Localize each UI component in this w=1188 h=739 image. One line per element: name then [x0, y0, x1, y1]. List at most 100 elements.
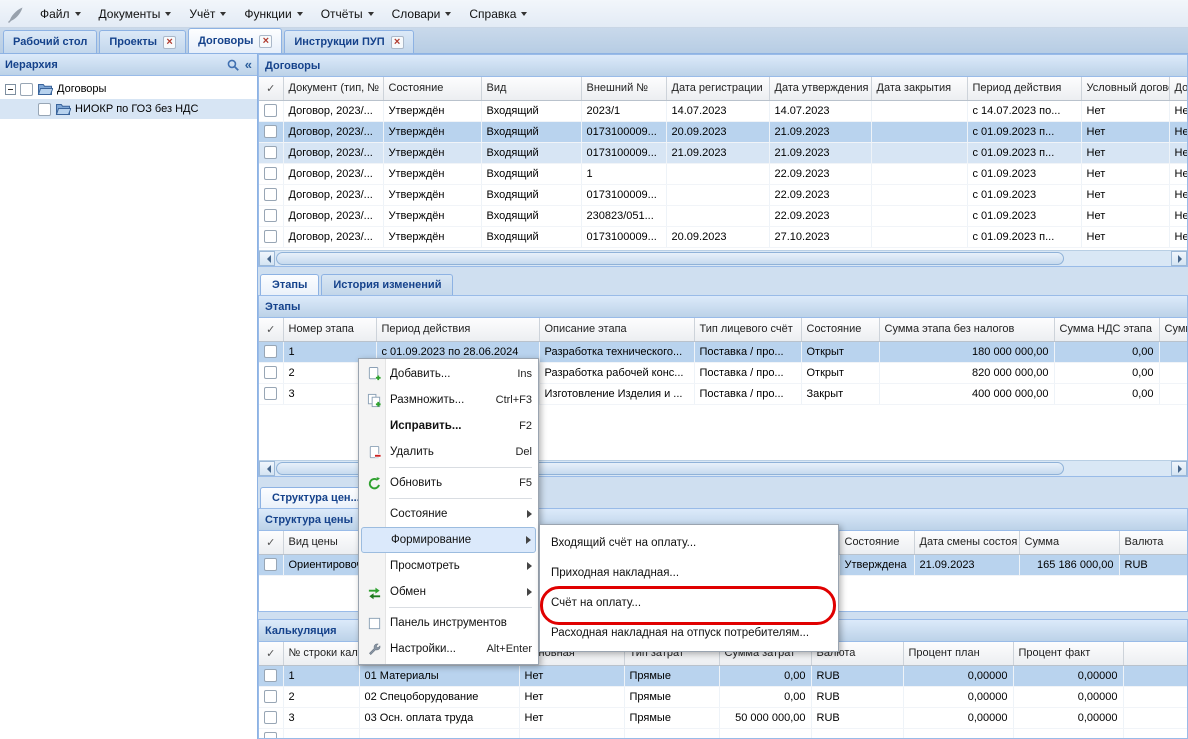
tab[interactable]: Инструкции ПУП× — [284, 30, 413, 53]
menubar-item[interactable]: Отчёты — [312, 3, 383, 25]
select-all-header[interactable]: ✓ — [259, 642, 283, 665]
context-menu-item[interactable]: Настройки...Alt+Enter — [361, 636, 536, 662]
menubar-item[interactable]: Документы — [90, 3, 181, 25]
tree-checkbox[interactable] — [20, 83, 33, 96]
tree-item-niokr[interactable]: НИОКР по ГОЗ без НДС — [0, 99, 257, 119]
column-header[interactable]: Валюта — [1119, 531, 1187, 554]
row-checkbox[interactable] — [264, 711, 277, 724]
column-header[interactable]: Сумма этапа без налогов — [879, 318, 1054, 341]
tree-checkbox[interactable] — [38, 103, 51, 116]
row-checkbox[interactable] — [264, 669, 277, 682]
row-checkbox[interactable] — [264, 125, 277, 138]
submenu-item[interactable]: Входящий счёт на оплату... — [543, 528, 835, 558]
column-header[interactable]: До... — [1169, 77, 1187, 100]
tree-collapse-icon[interactable] — [5, 84, 16, 95]
column-header[interactable] — [1123, 642, 1187, 665]
tab-close-icon[interactable]: × — [391, 36, 404, 49]
scroll-left-icon[interactable] — [259, 251, 275, 266]
column-header[interactable]: Номер этапа — [283, 318, 376, 341]
context-menu-item[interactable]: Добавить...Ins — [361, 361, 536, 387]
column-header[interactable]: № строки кал... — [283, 642, 359, 665]
table-row[interactable]: 202 СпецоборудованиеНетПрямые0,00RUB0,00… — [259, 686, 1187, 707]
column-header[interactable]: Тип лицевого счёт — [694, 318, 801, 341]
submenu-item[interactable]: Счёт на оплату... — [543, 588, 835, 618]
select-all-header[interactable]: ✓ — [259, 531, 283, 554]
column-header[interactable]: Сумма эт... — [1159, 318, 1187, 341]
contracts-h-scrollbar[interactable] — [259, 250, 1187, 266]
scroll-right-icon[interactable] — [1171, 461, 1187, 476]
context-menu-item[interactable]: Исправить...F2 — [361, 413, 536, 439]
context-menu-item[interactable]: ОбновитьF5 — [361, 470, 536, 496]
tree-item-contracts[interactable]: Договоры — [0, 79, 257, 99]
tab[interactable]: Рабочий стол — [3, 30, 97, 53]
submenu-item[interactable]: Приходная накладная... — [543, 558, 835, 588]
table-row[interactable]: 303 Осн. оплата трудаНетПрямые50 000 000… — [259, 707, 1187, 728]
column-header[interactable]: Условный договор — [1081, 77, 1169, 100]
column-header[interactable]: Период действия — [376, 318, 539, 341]
tab[interactable]: История изменений — [321, 274, 453, 295]
row-checkbox[interactable] — [264, 387, 277, 400]
tab[interactable]: Этапы — [260, 274, 319, 295]
menubar-item[interactable]: Учёт — [180, 3, 235, 25]
menubar-item[interactable]: Словари — [383, 3, 461, 25]
column-header[interactable]: Вид — [481, 77, 581, 100]
column-header[interactable]: Состояние — [839, 531, 914, 554]
column-header[interactable]: Состояние — [383, 77, 481, 100]
table-row[interactable]: Договор, 2023/...УтверждёнВходящий017310… — [259, 121, 1187, 142]
table-row[interactable]: Договор, 2023/...УтверждёнВходящий2023/1… — [259, 100, 1187, 121]
column-header[interactable]: Дата утверждения — [769, 77, 871, 100]
row-checkbox[interactable] — [264, 690, 277, 703]
context-menu-item[interactable]: Формирование — [361, 527, 536, 553]
select-all-header[interactable]: ✓ — [259, 77, 283, 100]
row-checkbox[interactable] — [264, 146, 277, 159]
row-checkbox[interactable] — [264, 188, 277, 201]
row-checkbox[interactable] — [264, 366, 277, 379]
tab[interactable]: Проекты× — [99, 30, 186, 53]
table-row[interactable]: Договор, 2023/...УтверждёнВходящий230823… — [259, 205, 1187, 226]
tab[interactable]: Структура цен... — [260, 487, 372, 508]
tab-close-icon[interactable]: × — [163, 36, 176, 49]
collapse-sidebar-icon[interactable]: « — [245, 58, 252, 71]
context-menu-item[interactable]: Размножить...Ctrl+F3 — [361, 387, 536, 413]
menubar-item[interactable]: Справка — [460, 3, 536, 25]
column-header[interactable]: Дата регистрации — [666, 77, 769, 100]
scrollbar-thumb[interactable] — [276, 252, 1064, 265]
search-icon[interactable] — [226, 58, 240, 72]
column-header[interactable]: Дата смены состоя — [914, 531, 1019, 554]
submenu-item[interactable]: Расходная накладная на отпуск потребител… — [543, 618, 835, 648]
scroll-right-icon[interactable] — [1171, 251, 1187, 266]
context-menu-item[interactable]: Просмотреть — [361, 553, 536, 579]
row-checkbox[interactable] — [264, 732, 277, 738]
table-row[interactable] — [259, 728, 1187, 738]
column-header[interactable]: Внешний № — [581, 77, 666, 100]
context-menu-item[interactable]: Панель инструментов — [361, 610, 536, 636]
table-row[interactable]: Договор, 2023/...УтверждёнВходящий017310… — [259, 184, 1187, 205]
row-checkbox[interactable] — [264, 209, 277, 222]
table-row[interactable]: 101 МатериалыНетПрямые0,00RUB0,000000,00… — [259, 665, 1187, 686]
row-checkbox[interactable] — [264, 230, 277, 243]
column-header[interactable]: Сумма — [1019, 531, 1119, 554]
column-header[interactable]: Процент план — [903, 642, 1013, 665]
column-header[interactable]: Описание этапа — [539, 318, 694, 341]
column-header[interactable]: Документ (тип, № — [283, 77, 383, 100]
context-menu-item[interactable]: Состояние — [361, 501, 536, 527]
table-row[interactable]: Договор, 2023/...УтверждёнВходящий017310… — [259, 142, 1187, 163]
table-row[interactable]: Договор, 2023/...УтверждёнВходящий017310… — [259, 226, 1187, 247]
column-header[interactable]: Дата закрытия — [871, 77, 967, 100]
menubar-item[interactable]: Файл — [31, 3, 90, 25]
row-checkbox[interactable] — [264, 167, 277, 180]
column-header[interactable]: Процент факт — [1013, 642, 1123, 665]
table-row[interactable]: Договор, 2023/...УтверждёнВходящий122.09… — [259, 163, 1187, 184]
context-menu-item[interactable]: Обмен — [361, 579, 536, 605]
tab-close-icon[interactable]: × — [259, 35, 272, 48]
menubar-item[interactable]: Функции — [235, 3, 311, 25]
tab[interactable]: Договоры× — [188, 28, 282, 53]
column-header[interactable]: Период действия — [967, 77, 1081, 100]
context-menu-item[interactable]: УдалитьDel — [361, 439, 536, 465]
select-all-header[interactable]: ✓ — [259, 318, 283, 341]
scroll-left-icon[interactable] — [259, 461, 275, 476]
row-checkbox[interactable] — [264, 104, 277, 117]
column-header[interactable]: Сумма НДС этапа — [1054, 318, 1159, 341]
column-header[interactable]: Состояние — [801, 318, 879, 341]
row-checkbox[interactable] — [264, 345, 277, 358]
